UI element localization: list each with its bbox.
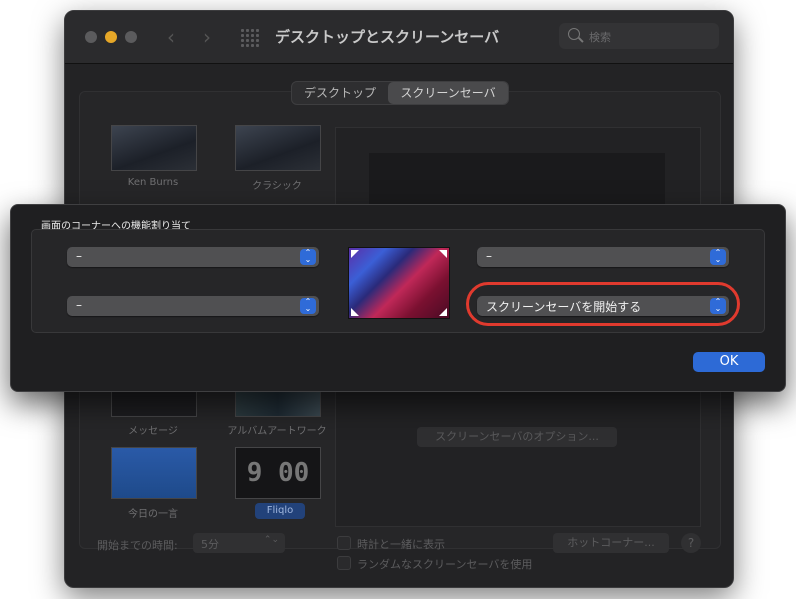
- bottom-left-corner-popup[interactable]: – ⌃ ⌄: [67, 296, 319, 316]
- tab-desktop[interactable]: デスクトップ: [292, 82, 388, 104]
- random-saver-checkbox[interactable]: [337, 556, 351, 570]
- forward-arrow-icon[interactable]: ›: [203, 25, 211, 49]
- popup-value: –: [76, 298, 82, 312]
- help-button[interactable]: ?: [681, 533, 701, 553]
- start-after-label: 開始までの時間:: [97, 539, 178, 552]
- corner-marker-icon: [351, 250, 359, 258]
- top-left-corner-popup[interactable]: – ⌃ ⌄: [67, 247, 319, 267]
- saver-label: 今日の一言: [128, 509, 178, 520]
- saver-thumb-ken-burns[interactable]: [111, 125, 197, 171]
- back-arrow-icon[interactable]: ‹: [167, 25, 175, 49]
- screen-corner-preview-image: [348, 247, 450, 319]
- show-clock-label: 時計と一緒に表示: [357, 538, 445, 551]
- popup-value: –: [76, 249, 82, 263]
- saver-label: アルバムアートワーク: [227, 426, 327, 437]
- saver-label-selected: Fliqlo: [255, 503, 305, 519]
- highlight-annotation: [466, 282, 740, 326]
- ok-button[interactable]: OK: [693, 352, 765, 372]
- popup-value: –: [486, 249, 492, 263]
- search-placeholder: 検索: [589, 31, 611, 44]
- chevron-updown-icon: ⌃⌄: [263, 535, 279, 545]
- saver-thumb-message[interactable]: [111, 389, 197, 417]
- saver-label: クラシック: [252, 181, 302, 192]
- screensaver-options-button[interactable]: スクリーンセーバのオプション...: [417, 427, 617, 447]
- chevron-updown-icon: ⌃⌄: [300, 249, 316, 265]
- saver-thumb-word-of-day[interactable]: [111, 447, 197, 499]
- chevron-updown-icon: ⌃⌄: [300, 298, 316, 314]
- search-field[interactable]: 検索: [559, 23, 719, 49]
- hot-corners-button[interactable]: ホットコーナー...: [553, 533, 669, 553]
- top-right-corner-popup[interactable]: – ⌃ ⌄: [477, 247, 729, 267]
- start-after-value: 5分: [201, 538, 219, 551]
- tab-screensaver[interactable]: スクリーンセーバ: [388, 82, 508, 104]
- search-icon: [568, 28, 580, 40]
- minimize-button[interactable]: [105, 31, 117, 43]
- tab-segmented-control: デスクトップ スクリーンセーバ: [291, 81, 509, 105]
- saver-thumb-classic[interactable]: [235, 125, 321, 171]
- title-bar: ‹ › デスクトップとスクリーンセーバ 検索: [65, 11, 733, 64]
- close-button[interactable]: [85, 31, 97, 43]
- corner-marker-icon: [351, 308, 359, 316]
- saver-label: メッセージ: [128, 426, 178, 437]
- zoom-button[interactable]: [125, 31, 137, 43]
- window-title: デスクトップとスクリーンセーバ: [275, 28, 500, 46]
- chevron-updown-icon: ⌃⌄: [710, 249, 726, 265]
- saver-label: Ken Burns: [127, 177, 179, 188]
- show-clock-checkbox[interactable]: [337, 536, 351, 550]
- saver-thumb-fliqlo[interactable]: 9 00: [235, 447, 321, 499]
- corner-marker-icon: [439, 308, 447, 316]
- show-all-grid-icon[interactable]: [241, 29, 259, 47]
- start-after-popup[interactable]: 5分 ⌃⌄: [193, 533, 285, 553]
- random-saver-label: ランダムなスクリーンセーバを使用: [357, 558, 533, 571]
- corner-marker-icon: [439, 250, 447, 258]
- saver-thumb-album-artwork[interactable]: [235, 389, 321, 417]
